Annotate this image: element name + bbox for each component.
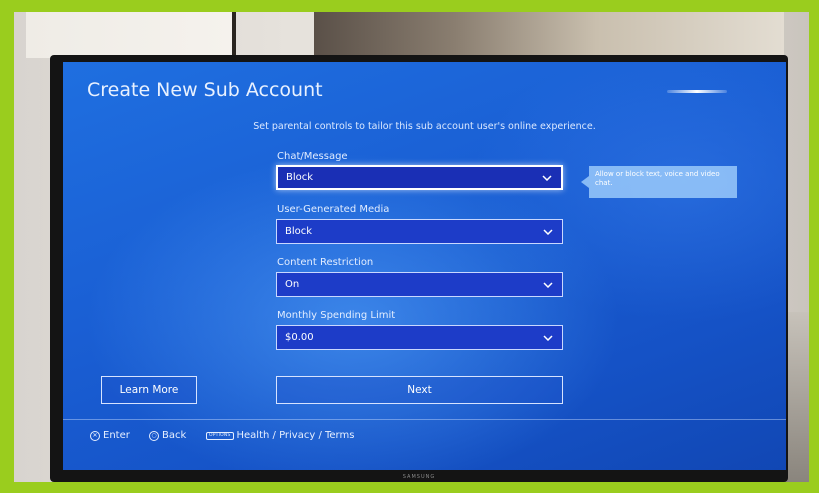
user-generated-media-value: Block: [285, 226, 313, 237]
chat-message-label: Chat/Message: [277, 151, 348, 162]
user-generated-media-label: User-Generated Media: [277, 204, 390, 215]
cross-button-icon: ✕: [90, 430, 100, 441]
options-hint-label: Health / Privacy / Terms: [236, 430, 355, 441]
monthly-spending-limit-dropdown[interactable]: $0.00: [276, 325, 563, 350]
page-subtitle: Set parental controls to tailor this sub…: [253, 121, 596, 132]
monthly-spending-limit-label: Monthly Spending Limit: [277, 310, 396, 321]
next-button[interactable]: Next: [276, 376, 563, 404]
wall-art-right: [314, 12, 784, 58]
monthly-spending-limit-value: $0.00: [285, 332, 314, 343]
tv-brand-logo: SAMSUNG: [402, 474, 436, 480]
options-hint: OPTIONS Health / Privacy / Terms: [206, 430, 354, 441]
controller-hints-bar: ✕ Enter ○ Back OPTIONS Health / Privacy …: [63, 419, 786, 470]
wall-art-left: [26, 12, 236, 58]
chevron-down-icon: [542, 332, 554, 344]
chevron-down-icon: [541, 172, 553, 184]
content-restriction-dropdown[interactable]: On: [276, 272, 563, 297]
page-title: Create New Sub Account: [87, 79, 323, 101]
enter-hint: ✕ Enter: [90, 430, 130, 441]
progress-indicator: [667, 90, 727, 93]
chevron-down-icon: [542, 279, 554, 291]
back-hint-label: Back: [162, 430, 187, 441]
ps4-screen: Create New Sub Account Set parental cont…: [63, 62, 786, 470]
user-generated-media-dropdown[interactable]: Block: [276, 219, 563, 244]
chat-message-value: Block: [286, 172, 314, 183]
chat-message-dropdown[interactable]: Block: [276, 165, 563, 190]
chevron-down-icon: [542, 226, 554, 238]
content-restriction-label: Content Restriction: [277, 257, 374, 268]
help-tooltip: Allow or block text, voice and video cha…: [581, 166, 737, 198]
back-hint: ○ Back: [149, 430, 186, 441]
enter-hint-label: Enter: [103, 430, 130, 441]
content-restriction-value: On: [285, 279, 300, 290]
circle-button-icon: ○: [149, 430, 159, 441]
learn-more-button[interactable]: Learn More: [101, 376, 197, 404]
options-button-icon: OPTIONS: [206, 431, 234, 440]
